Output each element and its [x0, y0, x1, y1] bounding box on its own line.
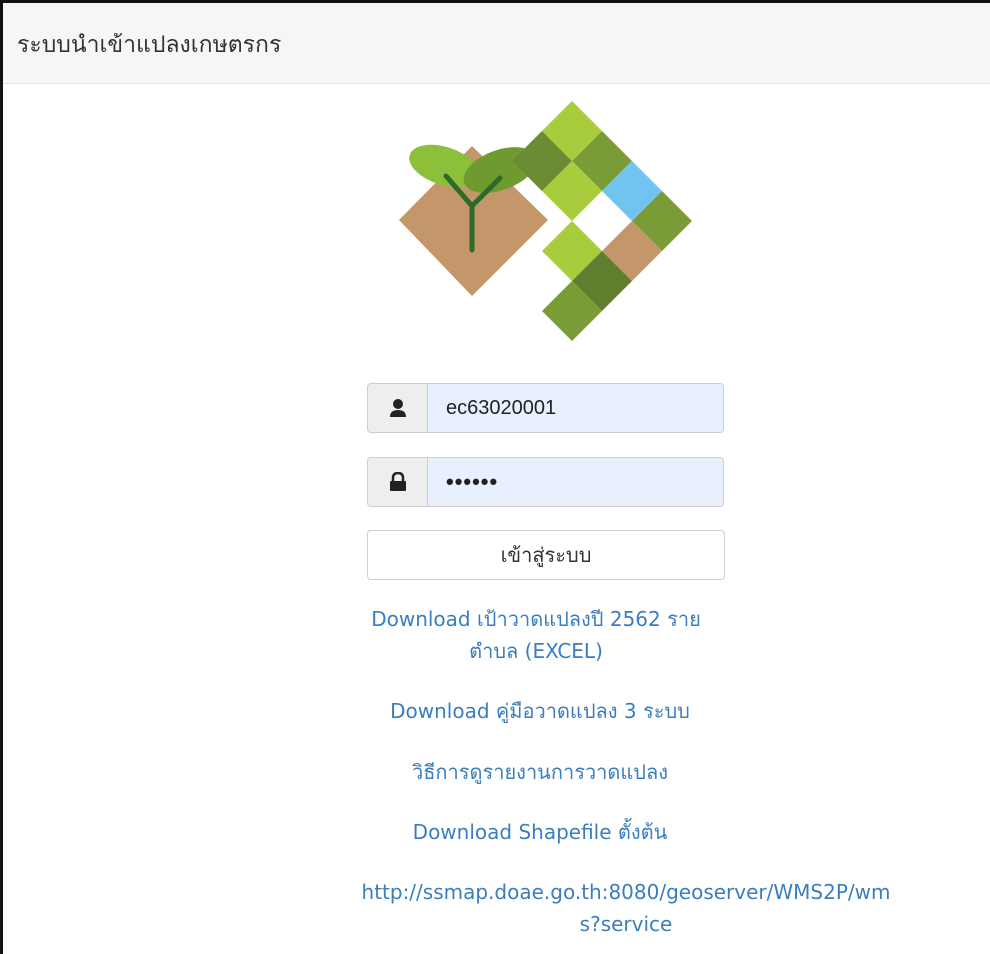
username-field[interactable]	[428, 384, 723, 432]
password-group: ••••••	[367, 457, 724, 507]
wms-service-link[interactable]: http://ssmap.doae.go.th:8080/geoserver/W…	[356, 876, 896, 940]
app-title: ระบบนำเข้าแปลงเกษตรกร	[17, 32, 282, 58]
password-field[interactable]: ••••••	[428, 458, 723, 506]
download-shapefile-link[interactable]: Download Shapefile ตั้งต้น	[340, 816, 740, 848]
username-group	[367, 383, 724, 433]
header-bar: ระบบนำเข้าแปลงเกษตรกร	[3, 3, 990, 84]
report-guide-link[interactable]: วิธีการดูรายงานการวาดแปลง	[340, 756, 740, 788]
user-icon	[368, 384, 428, 432]
download-manual-link[interactable]: Download คู่มือวาดแปลง 3 ระบบ	[340, 695, 740, 727]
download-target-excel-link[interactable]: Download เป้าวาดแปลงปี 2562 รายตำบล (EXC…	[356, 603, 716, 667]
login-button[interactable]: เข้าสู่ระบบ	[367, 530, 725, 580]
lock-icon	[368, 458, 428, 506]
farm-plot-logo	[399, 101, 692, 341]
